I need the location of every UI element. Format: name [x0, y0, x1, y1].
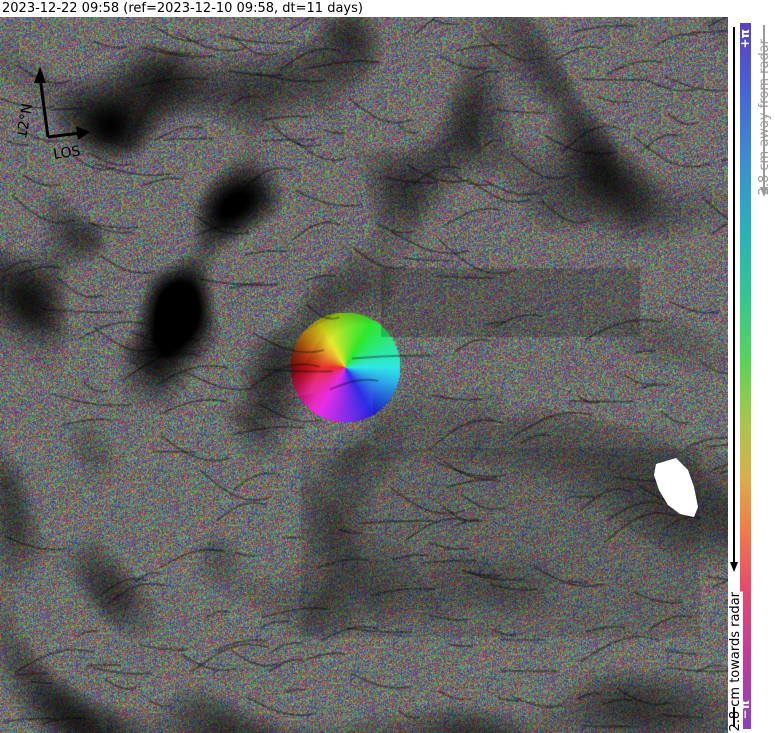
phase-colorbar-legend: +π −π 2.8 cm away from radar 2.8 cm towa…	[728, 17, 775, 733]
away-from-radar-label: 2.8 cm away from radar	[757, 39, 772, 196]
image-title: 2023-12-22 09:58 (ref=2023-12-10 09:58, …	[0, 0, 728, 17]
interferogram-map[interactable]: 12°N LOS	[0, 17, 728, 733]
interferogram-viewer: 2023-12-22 09:58 (ref=2023-12-10 09:58, …	[0, 0, 775, 733]
towards-radar-label: 2.8 cm towards radar	[728, 592, 743, 732]
phase-map-canvas	[0, 17, 728, 733]
colorbar-max-label: +π	[738, 29, 752, 49]
